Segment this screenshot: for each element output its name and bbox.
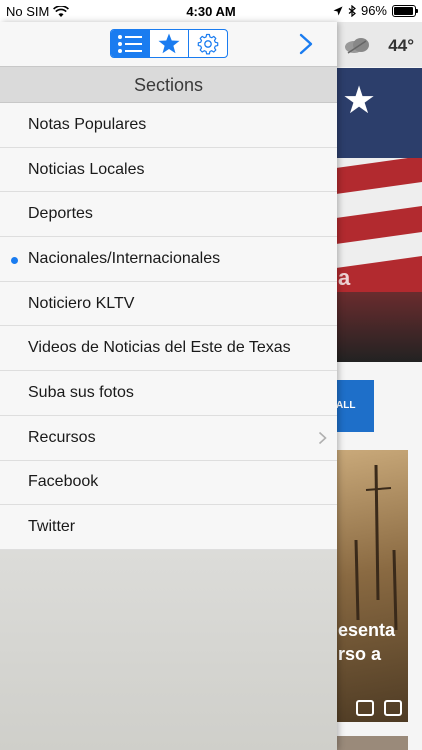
section-item-suba-sus-fotos[interactable]: Suba sus fotos — [0, 371, 337, 416]
article-hero-image[interactable]: ★ — [336, 68, 422, 362]
hero-caption: a — [338, 265, 351, 290]
section-item-label: Videos de Noticias del Este de Texas — [28, 339, 291, 357]
tab-favorites[interactable] — [149, 30, 188, 57]
weather-temperature: 44° — [388, 36, 414, 55]
section-item-label: Nacionales/Internacionales — [28, 249, 221, 267]
section-item-label: Twitter — [28, 518, 76, 536]
utility-poles-graphic — [354, 464, 398, 631]
promo-banner-label: ALL — [336, 400, 356, 411]
section-item-label: Deportes — [28, 205, 93, 223]
section-item-noticias-locales[interactable]: Noticias Locales — [0, 148, 337, 193]
selected-indicator-dot — [11, 257, 18, 265]
close-menu-button[interactable] — [291, 28, 321, 60]
tab-list[interactable] — [111, 30, 149, 57]
thumbnail-caption: esenta rso a — [338, 620, 396, 664]
next-article-thumbnail — [336, 736, 408, 750]
section-item-nacionales-internacionales[interactable]: Nacionales/Internacionales — [0, 237, 337, 282]
menu-toolbar — [0, 22, 337, 66]
section-item-facebook[interactable]: Facebook — [0, 461, 337, 506]
menu-empty-area — [0, 550, 337, 750]
section-item-videos[interactable]: Videos de Noticias del Este de Texas — [0, 326, 337, 372]
list-icon — [118, 34, 142, 53]
section-item-label: Notas Populares — [28, 115, 147, 133]
tab-settings[interactable] — [188, 30, 227, 57]
battery-percent: 96% — [360, 3, 387, 18]
section-item-label: Suba sus fotos — [28, 383, 134, 401]
section-item-label: Recursos — [28, 428, 96, 446]
star-icon — [158, 33, 180, 54]
section-item-notas-populares[interactable]: Notas Populares — [0, 103, 337, 148]
battery-icon — [392, 4, 418, 17]
side-menu: Sections Notas Populares Noticias Locale… — [0, 22, 337, 750]
article-thumbnail[interactable] — [336, 450, 408, 722]
section-item-noticiero-kltv[interactable]: Noticiero KLTV — [0, 282, 337, 327]
sections-title: Sections — [0, 66, 337, 103]
chevron-right-icon — [299, 33, 313, 55]
section-item-deportes[interactable]: Deportes — [0, 192, 337, 238]
status-bar: No SIM 4:30 AM 96% — [0, 0, 422, 22]
section-item-twitter[interactable]: Twitter — [0, 505, 337, 550]
chevron-right-icon — [318, 431, 327, 444]
sections-list: Notas Populares Noticias Locales Deporte… — [0, 103, 337, 550]
gear-icon — [197, 33, 219, 54]
section-item-label: Noticiero KLTV — [28, 294, 135, 312]
section-item-label: Noticias Locales — [28, 160, 145, 178]
section-item-label: Facebook — [28, 473, 99, 491]
gallery-icon — [384, 700, 402, 716]
bluetooth-icon — [348, 4, 356, 17]
menu-segmented-control — [110, 29, 228, 58]
location-arrow-icon — [333, 6, 343, 15]
video-icon — [356, 700, 374, 716]
section-item-recursos[interactable]: Recursos — [0, 416, 337, 461]
cloud-icon — [345, 38, 369, 54]
